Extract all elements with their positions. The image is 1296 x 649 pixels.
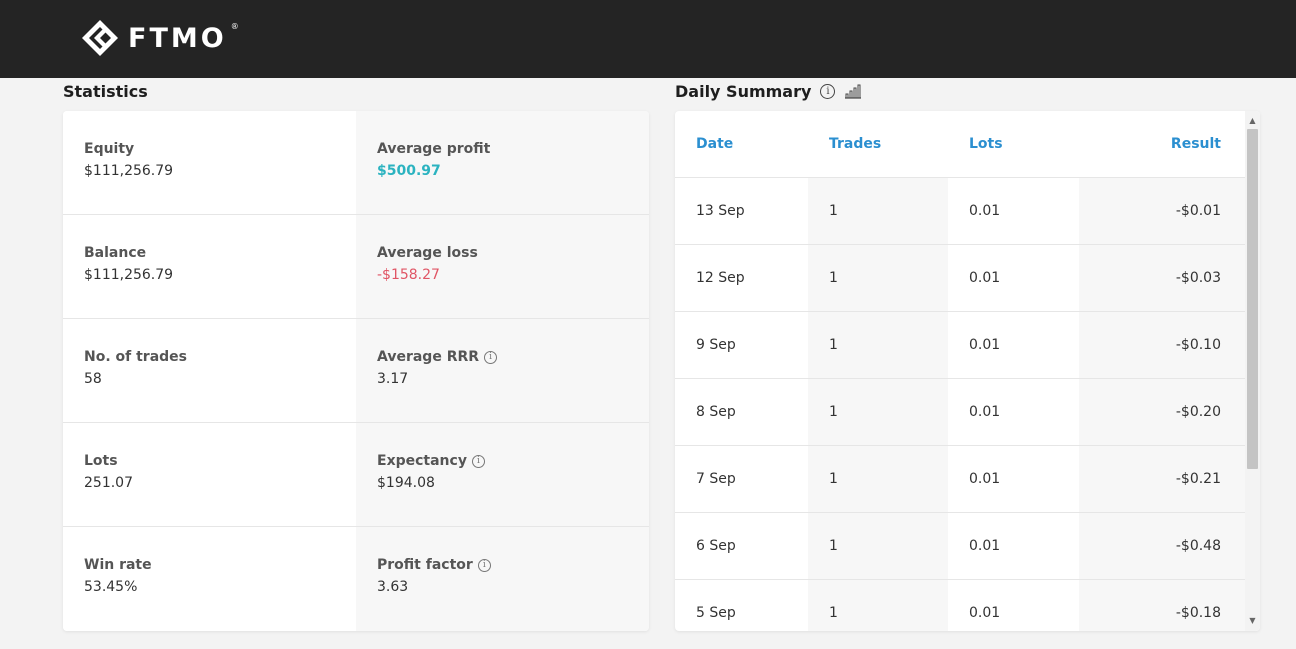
column-header-lots[interactable]: Lots bbox=[948, 111, 1079, 178]
stat-value: $111,256.79 bbox=[84, 163, 174, 179]
stats-row: Equity $111,256.79 Average profit $500.9… bbox=[63, 111, 649, 215]
cell-trades: 1 bbox=[808, 378, 948, 446]
cell-date: 13 Sep bbox=[675, 177, 808, 245]
table-row: 8 Sep 1 0.01 -$0.20 bbox=[675, 378, 1245, 446]
cell-trades: 1 bbox=[808, 512, 948, 580]
table-row: 7 Sep 1 0.01 -$0.21 bbox=[675, 445, 1245, 513]
stats-row: Lots 251.07 Expectancy i $194.08 bbox=[63, 423, 649, 527]
stat-average-loss: Average loss -$158.27 bbox=[356, 215, 649, 318]
stat-label: Win rate bbox=[84, 557, 152, 573]
column-header-result[interactable]: Result bbox=[1079, 111, 1245, 178]
stat-value: $194.08 bbox=[377, 475, 435, 491]
ftmo-logo[interactable]: FTMO ® bbox=[80, 18, 243, 58]
top-bar: FTMO ® bbox=[0, 0, 1296, 78]
cell-lots: 0.01 bbox=[948, 579, 1079, 631]
ftmo-logo-icon bbox=[82, 20, 118, 56]
cell-date: 9 Sep bbox=[675, 311, 808, 379]
cell-date: 8 Sep bbox=[675, 378, 808, 446]
stat-label: Average profit bbox=[377, 141, 491, 157]
cell-lots: 0.01 bbox=[948, 512, 1079, 580]
stat-label: Expectancy bbox=[377, 453, 467, 469]
cell-lots: 0.01 bbox=[948, 177, 1079, 245]
stat-value: $111,256.79 bbox=[84, 267, 174, 283]
cell-trades: 1 bbox=[808, 445, 948, 513]
stats-row: No. of trades 58 Average RRR i 3.17 bbox=[63, 319, 649, 423]
stat-win-rate: Win rate 53.45% bbox=[63, 527, 356, 631]
daily-summary-table: Date Trades Lots Result 13 Sep 1 0.01 -$… bbox=[675, 111, 1245, 631]
stats-row: Win rate 53.45% Profit factor i 3.63 bbox=[63, 527, 649, 631]
cell-date: 6 Sep bbox=[675, 512, 808, 580]
brand-registered-mark: ® bbox=[230, 21, 239, 31]
cell-lots: 0.01 bbox=[948, 445, 1079, 513]
cell-trades: 1 bbox=[808, 177, 948, 245]
stat-value: 3.17 bbox=[377, 371, 409, 387]
table-header-row: Date Trades Lots Result bbox=[675, 111, 1245, 178]
daily-summary-card[interactable]: Date Trades Lots Result 13 Sep 1 0.01 -$… bbox=[675, 111, 1260, 631]
stat-label: No. of trades bbox=[84, 349, 188, 365]
statistics-title: Statistics bbox=[63, 82, 148, 101]
stat-value: 3.63 bbox=[377, 579, 409, 595]
stat-value: 58 bbox=[84, 371, 102, 387]
stat-equity: Equity $111,256.79 bbox=[63, 111, 356, 214]
daily-summary-header: Daily Summary i bbox=[675, 82, 862, 101]
cell-trades: 1 bbox=[808, 311, 948, 379]
cell-lots: 0.01 bbox=[948, 311, 1079, 379]
info-icon[interactable]: i bbox=[471, 454, 485, 468]
cell-trades: 1 bbox=[808, 244, 948, 312]
column-header-trades[interactable]: Trades bbox=[808, 111, 948, 178]
stat-label: Lots bbox=[84, 453, 118, 469]
brand-name: FTMO bbox=[128, 22, 227, 54]
info-icon[interactable]: i bbox=[820, 84, 836, 99]
stat-label-row: Profit factor i bbox=[377, 557, 649, 573]
stat-balance: Balance $111,256.79 bbox=[63, 215, 356, 318]
cell-date: 7 Sep bbox=[675, 445, 808, 513]
stat-expectancy: Expectancy i $194.08 bbox=[356, 423, 649, 526]
table-row: 5 Sep 1 0.01 -$0.18 bbox=[675, 579, 1245, 631]
table-row: 12 Sep 1 0.01 -$0.03 bbox=[675, 244, 1245, 312]
stat-value: -$158.27 bbox=[377, 267, 440, 283]
stat-average-rrr: Average RRR i 3.17 bbox=[356, 319, 649, 422]
scroll-up-arrow-icon[interactable]: ▲ bbox=[1247, 115, 1258, 127]
cell-date: 5 Sep bbox=[675, 579, 808, 631]
info-icon[interactable]: i bbox=[484, 350, 498, 364]
stat-average-profit: Average profit $500.97 bbox=[356, 111, 649, 214]
stat-value: 251.07 bbox=[84, 475, 133, 491]
stat-label: Profit factor bbox=[377, 557, 473, 573]
cell-result: -$0.01 bbox=[1079, 177, 1245, 245]
table-row: 9 Sep 1 0.01 -$0.10 bbox=[675, 311, 1245, 379]
stat-lots: Lots 251.07 bbox=[63, 423, 356, 526]
table-row: 13 Sep 1 0.01 -$0.01 bbox=[675, 177, 1245, 245]
stat-label-row: Expectancy i bbox=[377, 453, 649, 469]
cell-lots: 0.01 bbox=[948, 244, 1079, 312]
cell-result: -$0.20 bbox=[1079, 378, 1245, 446]
bar-chart-icon[interactable] bbox=[844, 84, 862, 99]
stat-label: Average loss bbox=[377, 245, 478, 261]
cell-result: -$0.03 bbox=[1079, 244, 1245, 312]
column-header-date[interactable]: Date bbox=[675, 111, 808, 178]
statistics-card: Equity $111,256.79 Average profit $500.9… bbox=[63, 111, 649, 631]
cell-result: -$0.18 bbox=[1079, 579, 1245, 631]
stat-label: Average RRR bbox=[377, 349, 480, 365]
stat-value: $500.97 bbox=[377, 163, 441, 179]
cell-result: -$0.48 bbox=[1079, 512, 1245, 580]
cell-trades: 1 bbox=[808, 579, 948, 631]
daily-summary-title: Daily Summary bbox=[675, 82, 812, 101]
stat-profit-factor: Profit factor i 3.63 bbox=[356, 527, 649, 631]
cell-date: 12 Sep bbox=[675, 244, 808, 312]
cell-lots: 0.01 bbox=[948, 378, 1079, 446]
table-scrollbar[interactable]: ▲ ▼ bbox=[1245, 111, 1260, 631]
stat-no-of-trades: No. of trades 58 bbox=[63, 319, 356, 422]
stats-row: Balance $111,256.79 Average loss -$158.2… bbox=[63, 215, 649, 319]
stat-label-row: Average RRR i bbox=[377, 349, 649, 365]
stat-label: Balance bbox=[84, 245, 147, 261]
scrollbar-thumb[interactable] bbox=[1247, 129, 1258, 469]
cell-result: -$0.10 bbox=[1079, 311, 1245, 379]
table-row: 6 Sep 1 0.01 -$0.48 bbox=[675, 512, 1245, 580]
stat-label: Equity bbox=[84, 141, 135, 157]
cell-result: -$0.21 bbox=[1079, 445, 1245, 513]
info-icon[interactable]: i bbox=[477, 558, 491, 572]
stat-value: 53.45% bbox=[84, 579, 138, 595]
scroll-down-arrow-icon[interactable]: ▼ bbox=[1247, 615, 1258, 627]
